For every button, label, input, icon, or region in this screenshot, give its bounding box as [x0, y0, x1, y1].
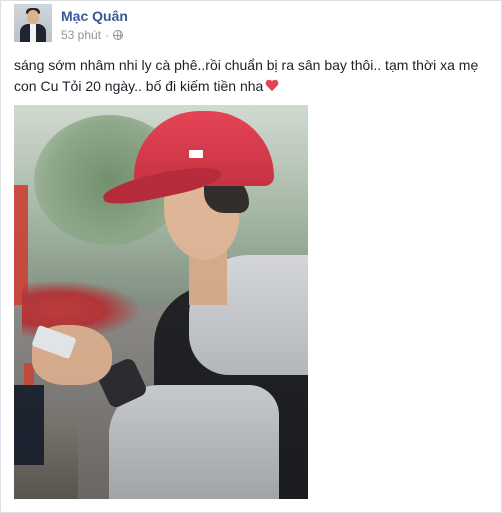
- author-name[interactable]: Mạc Quân: [61, 8, 128, 24]
- photo-shade: [14, 105, 308, 499]
- post-card: Mạc Quân 53 phút · sáng sớm nhâm nhi ly …: [0, 0, 502, 513]
- avatar-shirt: [30, 24, 36, 42]
- post-text: sáng sớm nhâm nhi ly cà phê..rồi chuẩn b…: [14, 55, 490, 97]
- avatar-face: [27, 10, 39, 24]
- heart-icon: [265, 80, 279, 93]
- post-message: sáng sớm nhâm nhi ly cà phê..rồi chuẩn b…: [14, 57, 479, 94]
- author-avatar[interactable]: [14, 4, 52, 42]
- globe-icon[interactable]: [113, 30, 124, 40]
- post-meta: 53 phút ·: [61, 28, 124, 42]
- post-timestamp[interactable]: 53 phút: [61, 28, 101, 42]
- meta-separator: ·: [105, 28, 110, 42]
- post-photo[interactable]: [14, 105, 308, 499]
